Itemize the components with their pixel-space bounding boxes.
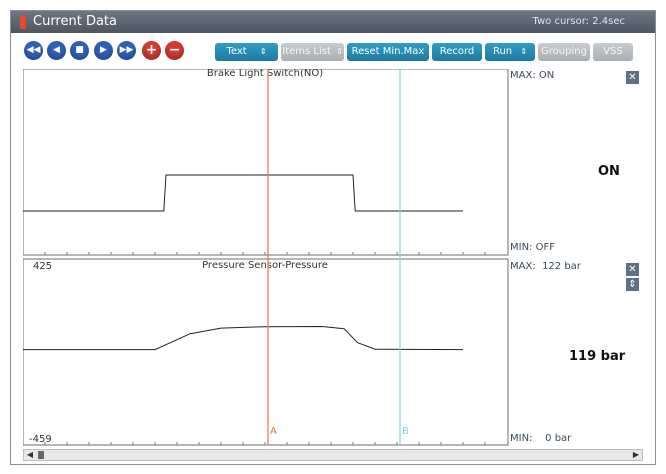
panel-1-ticks [44, 252, 486, 255]
play-button[interactable]: ▶ [94, 41, 113, 60]
panel-2-current-value: 119 bar [569, 349, 626, 364]
panel-2-close-icon[interactable]: ✕ [626, 263, 639, 276]
add-button[interactable]: + [142, 41, 161, 60]
chart-area: Brake Light Switch(NO) Pressure Sensor-P… [22, 68, 643, 447]
panel-2-frame [22, 258, 509, 446]
horizontal-scrollbar[interactable]: ◀ ▶ [23, 449, 643, 461]
fast-forward-button[interactable]: ▶▶ [117, 41, 136, 60]
panel-2-ymin-tick: -459 [29, 434, 52, 445]
panel-2-min: MIN: 0 bar [510, 433, 571, 444]
dropdown-arrow-icon: ⇕ [520, 47, 528, 56]
stop-button[interactable]: ■ [70, 41, 89, 60]
record-button[interactable]: Record [432, 43, 482, 61]
panel-2-title: Pressure Sensor-Pressure [202, 260, 328, 271]
reset-min-max-button[interactable]: Reset Min.Max [347, 43, 429, 61]
max-label: MAX: [510, 70, 536, 81]
panel-2-max: MAX: 122 bar [510, 261, 581, 272]
max-label: MAX: [510, 261, 536, 272]
panel-1-title: Brake Light Switch(NO) [207, 69, 323, 79]
charts-svg: Brake Light Switch(NO) Pressure Sensor-P… [22, 68, 509, 446]
dropdown-arrow-icon: ⇕ [336, 47, 343, 56]
panel-1-close-icon[interactable]: ✕ [626, 71, 639, 84]
current-data-window: Current Data Two cursor: 2.4sec ◀◀ ◀ ■ ▶… [10, 10, 656, 465]
dropdown-arrow-icon: ⇕ [259, 47, 267, 56]
min-label: MIN: [510, 242, 533, 253]
run-dropdown[interactable]: Run ⇕ [485, 43, 535, 61]
title-bar: Current Data Two cursor: 2.4sec [11, 11, 655, 33]
panel-1-current-value: ON [598, 164, 620, 179]
scroll-left-icon[interactable]: ◀ [24, 450, 36, 460]
panel-2-ymax-tick: 425 [33, 261, 52, 272]
vss-button[interactable]: VSS [593, 43, 633, 61]
run-label: Run [492, 46, 513, 57]
panel-2-ticks [44, 442, 486, 445]
panel-1-max: MAX: ON [510, 70, 554, 81]
toolbar: ◀◀ ◀ ■ ▶ ▶▶ + − Text ⇕ Items List ⇕ Rese… [11, 33, 655, 69]
min-value: OFF [535, 242, 555, 253]
cursor-a-label: A [270, 426, 277, 437]
panel-2-reorder-icon[interactable]: ⇕ [626, 278, 639, 291]
scroll-thumb[interactable] [38, 451, 44, 459]
panel-1-frame [22, 68, 509, 256]
text-dropdown-label: Text [226, 46, 247, 57]
items-list-label: Items List [282, 46, 331, 57]
cursor-info: Two cursor: 2.4sec [532, 16, 625, 27]
max-value: ON [538, 70, 555, 81]
thermometer-icon [20, 15, 26, 29]
remove-button[interactable]: − [165, 41, 184, 60]
text-dropdown[interactable]: Text ⇕ [215, 43, 278, 61]
min-label: MIN: [510, 433, 533, 444]
window-title: Current Data [33, 14, 117, 29]
cursor-b-label: B [402, 426, 409, 437]
min-value: 0 bar [545, 433, 572, 444]
panel-1-min: MIN: OFF [510, 242, 555, 253]
back-button[interactable]: ◀ [47, 41, 66, 60]
grouping-button[interactable]: Grouping [538, 43, 590, 61]
items-list-dropdown[interactable]: Items List ⇕ [281, 43, 344, 61]
rewind-button[interactable]: ◀◀ [24, 41, 43, 60]
scroll-right-icon[interactable]: ▶ [630, 450, 642, 460]
max-value: 122 bar [542, 261, 581, 272]
